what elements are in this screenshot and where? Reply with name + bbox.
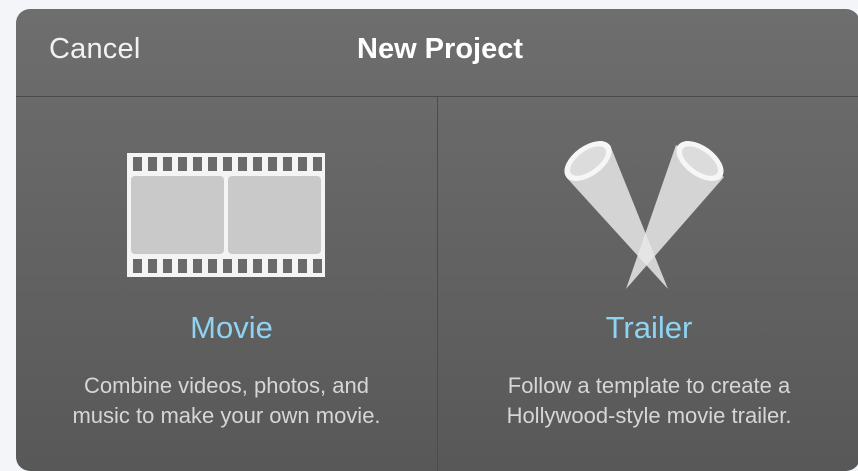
trailer-description-line: Hollywood-style movie trailer. (506, 403, 792, 428)
movie-label: Movie (190, 310, 273, 345)
movie-description-line: music to make your own movie. (72, 403, 381, 428)
trailer-label: Trailer (605, 310, 693, 345)
trailer-description-line: Follow a template to create a (507, 373, 791, 398)
new-project-dialog: Cancel New Project Movie Combine videos,… (16, 9, 858, 471)
movie-description-line: Combine videos, photos, and (84, 373, 369, 398)
movie-description: Combine videos, photos, and music to mak… (16, 371, 437, 431)
dialog-header: Cancel New Project (16, 9, 858, 97)
film-strip-icon (127, 153, 325, 277)
movie-option[interactable]: Movie Combine videos, photos, and music … (16, 97, 437, 471)
spotlights-icon (564, 141, 724, 289)
trailer-description: Follow a template to create a Hollywood-… (438, 371, 858, 431)
dialog-title: New Project (357, 33, 523, 65)
trailer-option[interactable]: Trailer Follow a template to create a Ho… (438, 97, 858, 471)
